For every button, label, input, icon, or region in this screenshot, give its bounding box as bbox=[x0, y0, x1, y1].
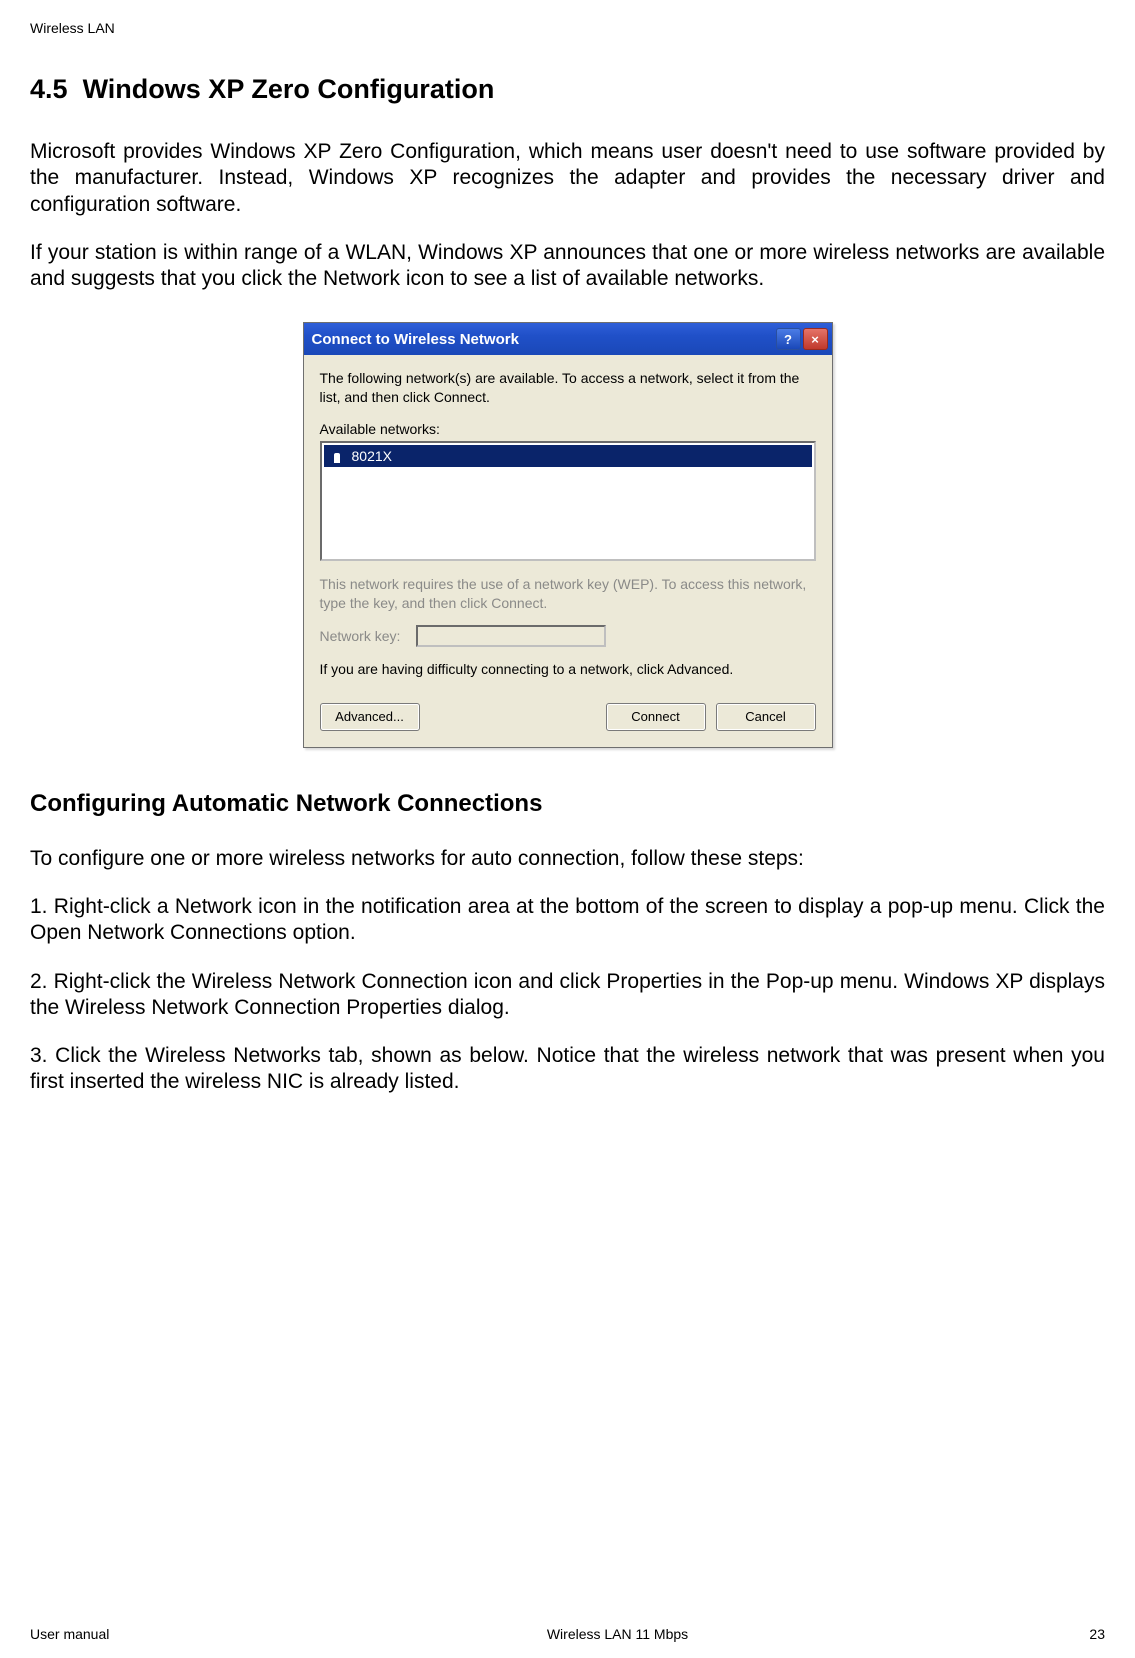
footer-left: User manual bbox=[30, 1626, 190, 1642]
wep-required-text: This network requires the use of a netwo… bbox=[320, 575, 816, 613]
paragraph-intro-1: Microsoft provides Windows XP Zero Confi… bbox=[30, 139, 1105, 218]
networks-listbox[interactable]: 8021X bbox=[320, 441, 816, 561]
paragraph-intro-2: If your station is within range of a WLA… bbox=[30, 240, 1105, 293]
section-number: 4.5 bbox=[30, 74, 68, 104]
connect-button[interactable]: Connect bbox=[606, 703, 706, 731]
available-networks-label: Available networks: bbox=[320, 421, 816, 437]
dialog-container: Connect to Wireless Network ? × The foll… bbox=[30, 322, 1105, 748]
network-name: 8021X bbox=[352, 448, 392, 464]
dialog-title: Connect to Wireless Network bbox=[312, 331, 774, 348]
connect-dialog: Connect to Wireless Network ? × The foll… bbox=[303, 322, 833, 748]
advanced-button[interactable]: Advanced... bbox=[320, 703, 420, 731]
step-1: 1. Right-click a Network icon in the not… bbox=[30, 894, 1105, 947]
page-footer: User manual Wireless LAN 11 Mbps 23 bbox=[30, 1626, 1105, 1642]
network-key-row: Network key: bbox=[320, 625, 816, 647]
dialog-body: The following network(s) are available. … bbox=[304, 355, 832, 747]
cancel-button[interactable]: Cancel bbox=[716, 703, 816, 731]
footer-page-number: 23 bbox=[1045, 1626, 1105, 1642]
help-button[interactable]: ? bbox=[776, 328, 801, 350]
button-spacer bbox=[430, 703, 596, 731]
subsection-title: Configuring Automatic Network Connection… bbox=[30, 790, 1105, 818]
network-icon bbox=[330, 449, 344, 463]
section-name: Windows XP Zero Configuration bbox=[83, 74, 495, 104]
difficulty-text: If you are having difficulty connecting … bbox=[320, 661, 816, 677]
dialog-button-row: Advanced... Connect Cancel bbox=[320, 703, 816, 731]
network-key-input bbox=[416, 625, 606, 647]
steps-intro: To configure one or more wireless networ… bbox=[30, 846, 1105, 872]
close-button[interactable]: × bbox=[803, 328, 828, 350]
page-header: Wireless LAN bbox=[30, 20, 1105, 36]
section-title: 4.5 Windows XP Zero Configuration bbox=[30, 74, 1105, 105]
step-3: 3. Click the Wireless Networks tab, show… bbox=[30, 1043, 1105, 1096]
footer-center: Wireless LAN 11 Mbps bbox=[190, 1626, 1045, 1642]
step-2: 2. Right-click the Wireless Network Conn… bbox=[30, 969, 1105, 1022]
network-item[interactable]: 8021X bbox=[324, 445, 812, 467]
dialog-titlebar: Connect to Wireless Network ? × bbox=[304, 323, 832, 355]
dialog-lead-text: The following network(s) are available. … bbox=[320, 369, 816, 407]
network-key-label: Network key: bbox=[320, 628, 401, 644]
